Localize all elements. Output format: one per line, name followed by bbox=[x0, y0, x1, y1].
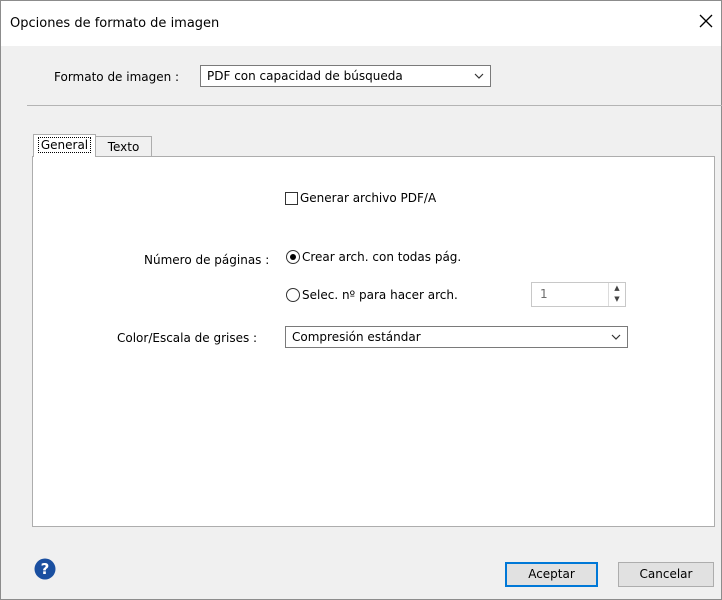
format-label: Formato de imagen : bbox=[54, 70, 180, 84]
dialog-window: Opciones de formato de imagen Formato de… bbox=[0, 0, 722, 600]
tab-texto-label: Texto bbox=[107, 140, 140, 154]
pdfa-checkbox[interactable] bbox=[285, 192, 298, 205]
pdfa-label[interactable]: Generar archivo PDF/A bbox=[300, 191, 436, 205]
chevron-down-icon bbox=[474, 73, 484, 79]
radio-all-pages-label[interactable]: Crear arch. con todas pág. bbox=[302, 250, 461, 264]
pages-label: Número de páginas : bbox=[144, 253, 270, 267]
tab-general-label: General bbox=[37, 137, 92, 153]
radio-select-pages-label[interactable]: Selec. nº para hacer arch. bbox=[302, 288, 458, 302]
radio-all-pages[interactable] bbox=[286, 250, 300, 264]
help-icon[interactable]: ? bbox=[34, 558, 56, 580]
tab-general[interactable]: General bbox=[33, 134, 96, 157]
stepper-buttons: ▲ ▼ bbox=[608, 283, 625, 306]
pages-count-stepper[interactable]: 1 ▲ ▼ bbox=[531, 282, 626, 307]
accept-button[interactable]: Aceptar bbox=[505, 562, 598, 587]
stepper-up-icon[interactable]: ▲ bbox=[609, 283, 625, 294]
format-value: PDF con capacidad de búsqueda bbox=[207, 69, 403, 83]
stepper-down-icon[interactable]: ▼ bbox=[609, 294, 625, 305]
separator bbox=[27, 105, 722, 106]
color-label: Color/Escala de grises : bbox=[117, 331, 258, 345]
title-bar: Opciones de formato de imagen bbox=[1, 1, 721, 46]
cancel-button[interactable]: Cancelar bbox=[618, 562, 714, 587]
format-dropdown[interactable]: PDF con capacidad de búsqueda bbox=[200, 65, 491, 87]
radio-select-pages[interactable] bbox=[286, 288, 300, 302]
color-value: Compresión estándar bbox=[292, 330, 421, 344]
close-icon[interactable] bbox=[697, 12, 715, 30]
chevron-down-icon bbox=[611, 334, 621, 340]
pages-count-value: 1 bbox=[540, 287, 548, 301]
color-dropdown[interactable]: Compresión estándar bbox=[285, 326, 628, 348]
tab-texto[interactable]: Texto bbox=[96, 136, 152, 157]
svg-text:?: ? bbox=[41, 560, 50, 578]
window-title: Opciones de formato de imagen bbox=[10, 16, 220, 31]
